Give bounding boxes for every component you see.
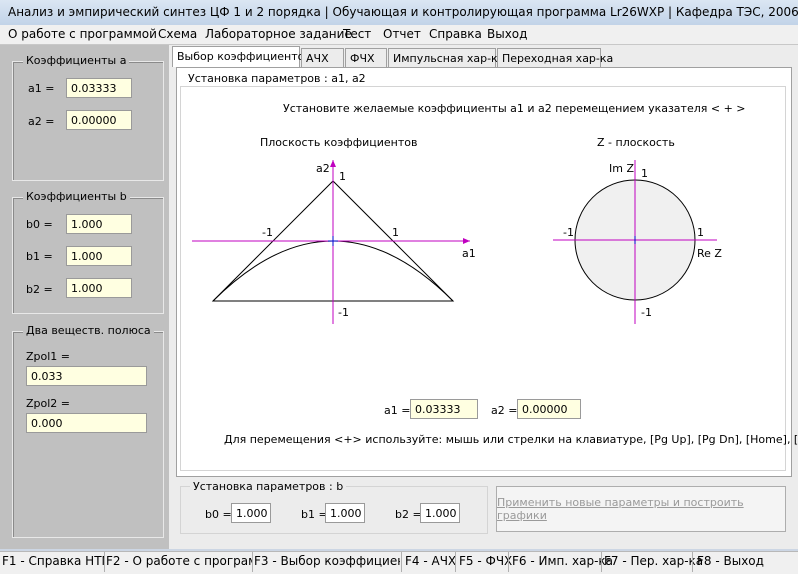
status-f3[interactable]: F3 - Выбор коэффициентов [254, 554, 400, 568]
b0-label: b0 = [26, 218, 53, 231]
tick-left: -1 [262, 226, 273, 239]
a2-field[interactable]: 0.00000 [66, 110, 132, 130]
window-title: Анализ и эмпирический синтез ЦФ 1 и 2 по… [8, 5, 798, 19]
b2-label: b2 = [26, 283, 53, 296]
b2-field[interactable]: 1.000 [66, 278, 132, 298]
params-a-title: Установка параметров : a1, a2 [186, 72, 368, 85]
a1-label: a1 = [28, 82, 55, 95]
poles-title: Два веществ. полюса [23, 324, 154, 337]
coef-a-title: Коэффициенты a [23, 54, 130, 67]
z-plane-title: Z - плоскость [597, 136, 675, 149]
apply-button[interactable]: Применить новые параметры и построить гр… [496, 486, 786, 532]
coef-plane-title: Плоскость коэффициентов [260, 136, 418, 149]
menu-scheme[interactable]: Схема [158, 27, 197, 41]
status-f4[interactable]: F4 - АЧХ [405, 554, 456, 568]
status-f5[interactable]: F5 - ФЧХ [459, 554, 512, 568]
zpol1-field[interactable]: 0.033 [26, 366, 147, 386]
coef-b-title: Коэффициенты b [23, 190, 130, 203]
menu-test[interactable]: Тест [343, 27, 371, 41]
b0-param-field[interactable]: 1.000 [231, 503, 271, 523]
coef-plane-plot[interactable]: a1 a2 1 -1 1 -1 [186, 156, 486, 326]
im-axis-label: Im Z [609, 162, 634, 175]
z-tick-left: -1 [563, 226, 574, 239]
tick-right: 1 [392, 226, 399, 239]
a2-readout: 0.00000 [517, 399, 581, 419]
a2-label: a2 = [28, 115, 55, 128]
tick-top: 1 [339, 170, 346, 183]
menu-lab-task[interactable]: Лабораторное задание [205, 27, 352, 41]
b1-label: b1 = [26, 250, 53, 263]
apply-button-label: Применить новые параметры и построить гр… [497, 496, 744, 522]
params-b-title: Установка параметров : b [190, 480, 347, 493]
z-tick-bottom: -1 [641, 306, 652, 319]
re-axis-label: Re Z [697, 247, 722, 260]
status-f2[interactable]: F2 - О работе с программой [106, 554, 252, 568]
menu-report[interactable]: Отчет [383, 27, 421, 41]
b1-field[interactable]: 1.000 [66, 246, 132, 266]
b2-param-field[interactable]: 1.000 [420, 503, 460, 523]
menu-help[interactable]: Справка [429, 27, 482, 41]
status-f6[interactable]: F6 - Имп. хар-ка [512, 554, 613, 568]
a1-axis-arrow-icon [463, 238, 470, 244]
title-bar: Анализ и эмпирический синтез ЦФ 1 и 2 по… [0, 0, 798, 26]
z-plane-plot: Im Z Re Z 1 -1 1 -1 [553, 160, 722, 324]
tab-coefficients[interactable]: Выбор коэффициентов [172, 46, 311, 67]
menu-about[interactable]: О работе с программой [8, 27, 157, 41]
a2-axis-label: a2 [316, 162, 330, 175]
menu-bar: О работе с программой Схема Лабораторное… [0, 25, 798, 45]
b0-param-label: b0 = [205, 508, 232, 521]
tab-impulse[interactable]: Импульсная хар-ка [388, 48, 504, 67]
a1-readout: 0.03333 [410, 399, 478, 419]
b0-field[interactable]: 1.000 [66, 214, 132, 234]
z-tick-top: 1 [641, 167, 648, 180]
b2-param-label: b2 = [395, 508, 422, 521]
zpol1-label: Zpol1 = [26, 350, 71, 363]
b1-param-field[interactable]: 1.000 [325, 503, 365, 523]
zpol2-field[interactable]: 0.000 [26, 413, 147, 433]
z-tick-right: 1 [697, 226, 704, 239]
menu-exit[interactable]: Выход [487, 27, 527, 41]
b1-param-label: b1 = [301, 508, 328, 521]
tab-afc[interactable]: АЧХ [301, 48, 344, 67]
a2-axis-arrow-icon [330, 160, 336, 167]
a2-readout-label: a2 = [491, 404, 518, 417]
a1-readout-label: a1 = [384, 404, 411, 417]
status-f1[interactable]: F1 - Справка HTML [2, 554, 104, 568]
tab-pfc[interactable]: ФЧХ [345, 48, 387, 67]
status-f8[interactable]: F8 - Выход [697, 554, 764, 568]
tab-step[interactable]: Переходная хар-ка [497, 48, 613, 67]
a1-field[interactable]: 0.03333 [66, 78, 132, 98]
tick-bottom: -1 [338, 306, 349, 319]
a1-axis-label: a1 [462, 247, 476, 260]
instruction-text: Установите желаемые коэффициенты a1 и a2… [283, 102, 746, 115]
navigation-hint: Для перемещения <+> используйте: мышь ил… [224, 433, 798, 446]
status-f7[interactable]: F7 - Пер. хар-ка [604, 554, 703, 568]
zpol2-label: Zpol2 = [26, 397, 71, 410]
